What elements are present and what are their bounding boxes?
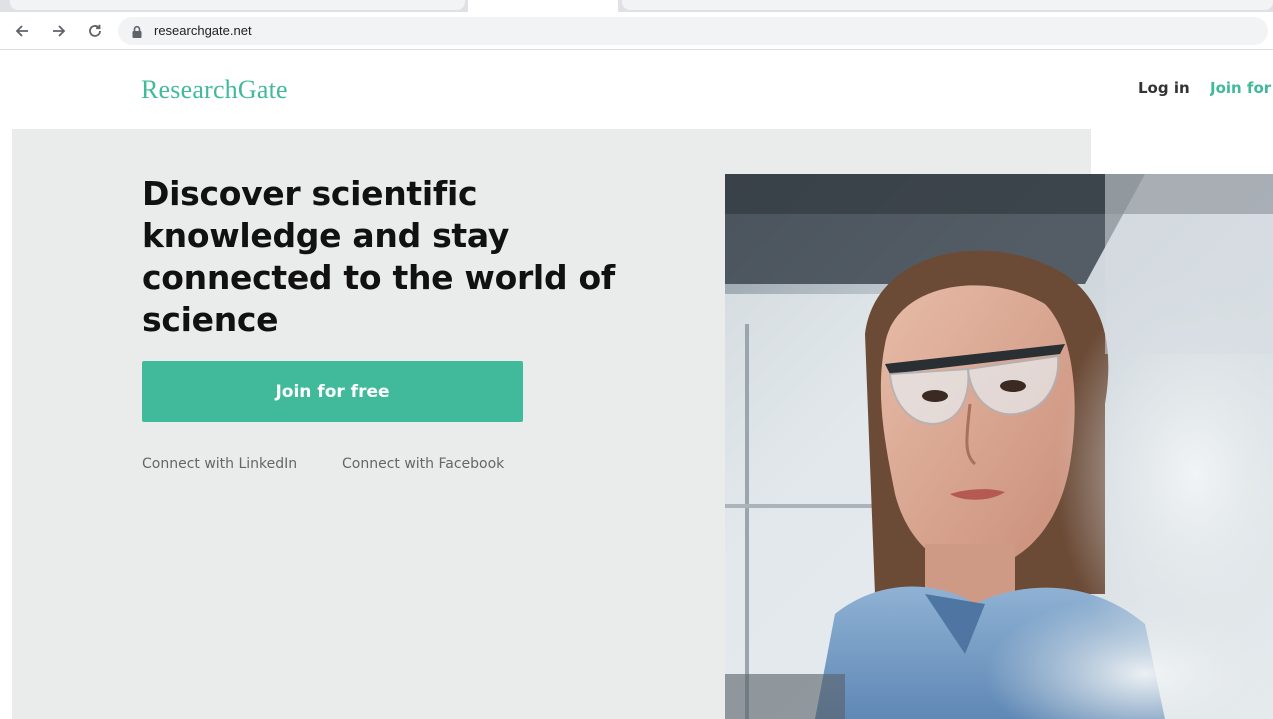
address-bar[interactable]: researchgate.net <box>118 17 1268 45</box>
hero-photo-scientist <box>725 174 1273 719</box>
arrow-right-icon[interactable] <box>48 20 70 42</box>
browser-tab-strip <box>0 0 1273 12</box>
url-text[interactable]: researchgate.net <box>154 23 252 38</box>
connect-linkedin-link[interactable]: Connect with LinkedIn <box>142 456 297 472</box>
site-header: ResearchGate Log in Join for free <box>0 51 1273 129</box>
lock-icon[interactable] <box>130 24 144 38</box>
browser-tab-active[interactable] <box>468 0 618 12</box>
researchgate-logo[interactable]: ResearchGate <box>141 75 288 105</box>
arrow-left-icon[interactable] <box>11 20 33 42</box>
connect-facebook-link[interactable]: Connect with Facebook <box>342 456 504 472</box>
browser-toolbar: researchgate.net <box>0 12 1273 50</box>
page-left-margin <box>0 129 12 719</box>
header-join-link[interactable]: Join for free <box>1210 79 1273 97</box>
join-for-free-button[interactable]: Join for free <box>142 361 523 422</box>
reload-icon[interactable] <box>84 20 106 42</box>
hero-headline: Discover scientific knowledge and stay c… <box>142 174 615 339</box>
scientist-illustration <box>725 174 1273 719</box>
browser-tab[interactable] <box>622 0 1273 10</box>
login-link[interactable]: Log in <box>1138 79 1190 97</box>
browser-tab[interactable] <box>10 0 465 10</box>
